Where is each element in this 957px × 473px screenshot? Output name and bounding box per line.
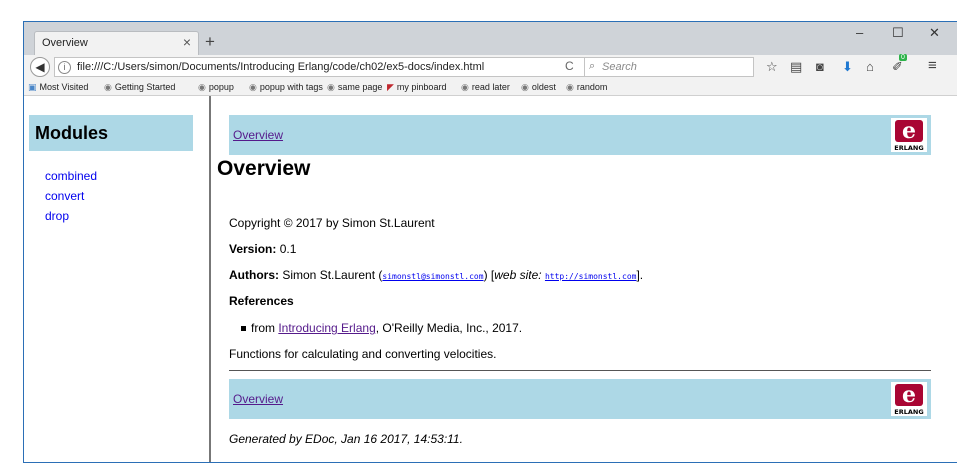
logo-letter: e bbox=[902, 118, 916, 144]
author-email-link[interactable]: simonstl@simonstl.com bbox=[382, 272, 483, 281]
tab-strip: Overview × + – ☐ ✕ bbox=[24, 22, 957, 55]
bookmark-label: random bbox=[576, 82, 608, 92]
url-text[interactable]: file:///C:/Users/simon/Documents/Introdu… bbox=[77, 61, 484, 73]
globe-icon: ◉ bbox=[327, 82, 335, 92]
bookmark-my-pinboard[interactable]: ◤ my pinboard bbox=[387, 82, 446, 93]
divider bbox=[229, 370, 931, 371]
extension-badge: 0 bbox=[899, 54, 907, 61]
navigation-toolbar: ◀ i file:///C:/Users/simon/Documents/Int… bbox=[24, 54, 957, 79]
modules-heading: Modules bbox=[35, 123, 109, 143]
reference-suffix: , O'Reilly Media, Inc., 2017. bbox=[375, 321, 523, 335]
bookmark-same-page[interactable]: ◉ same page bbox=[327, 82, 382, 93]
authors-line: Authors: Simon St.Laurent (simonstl@simo… bbox=[229, 268, 643, 282]
globe-icon: ◉ bbox=[104, 82, 112, 92]
bookmark-popup[interactable]: ◉ popup bbox=[198, 82, 234, 93]
website-label: web site: bbox=[494, 268, 542, 282]
bookmark-popup-with-tags[interactable]: ◉ popup with tags bbox=[249, 82, 323, 93]
bookmarks-bar: ▣ Most Visited ◉ Getting Started ◉ popup ◉ p… bbox=[24, 79, 957, 96]
globe-icon: ◉ bbox=[461, 82, 469, 92]
overview-frame: Overview e ERLANG Overview Copyright © 2… bbox=[217, 96, 931, 462]
modules-heading-box: Modules bbox=[29, 115, 193, 151]
author-end: ]. bbox=[636, 268, 644, 282]
page-title: Overview bbox=[217, 157, 311, 180]
minimize-button[interactable]: – bbox=[856, 25, 863, 40]
close-window-button[interactable]: ✕ bbox=[929, 25, 940, 41]
maximize-button[interactable]: ☐ bbox=[892, 25, 904, 41]
reading-list-icon[interactable]: ▤ bbox=[790, 59, 802, 75]
back-button[interactable]: ◀ bbox=[30, 57, 50, 77]
version-line: Version: 0.1 bbox=[229, 242, 296, 256]
version-value: 0.1 bbox=[279, 242, 297, 256]
bookmark-label: Most Visited bbox=[39, 82, 89, 92]
reference-prefix: from bbox=[251, 321, 275, 335]
bottom-navbar: Overview e ERLANG bbox=[229, 379, 931, 419]
bookmark-icon: ▣ bbox=[28, 82, 37, 92]
bookmark-label: popup bbox=[208, 82, 234, 92]
bookmark-label: popup with tags bbox=[259, 82, 323, 92]
author-name: Simon St.Laurent ( bbox=[282, 268, 383, 282]
page-content: Modules combined convert drop Overview e… bbox=[24, 96, 957, 462]
overview-link[interactable]: Overview bbox=[233, 128, 283, 142]
pocket-icon[interactable]: ◙ bbox=[816, 59, 824, 74]
tab-close-icon[interactable]: × bbox=[183, 34, 191, 50]
reload-icon[interactable]: C bbox=[565, 59, 574, 73]
bookmark-label: read later bbox=[471, 82, 510, 92]
module-description: Functions for calculating and converting… bbox=[229, 347, 497, 361]
top-navbar: Overview e ERLANG bbox=[229, 115, 931, 155]
bookmark-label: my pinboard bbox=[396, 82, 447, 92]
globe-icon: ◉ bbox=[566, 82, 574, 92]
star-icon[interactable]: ☆ bbox=[766, 59, 778, 75]
new-tab-button[interactable]: + bbox=[205, 32, 215, 52]
website-link[interactable]: http://simonstl.com bbox=[545, 272, 637, 281]
bookmark-oldest[interactable]: ◉ oldest bbox=[521, 82, 556, 93]
reference-link[interactable]: Introducing Erlang bbox=[278, 321, 375, 335]
tab-title: Overview bbox=[42, 37, 88, 49]
logo-text: ERLANG bbox=[894, 144, 923, 152]
generated-footer: Generated by EDoc, Jan 16 2017, 14:53:11… bbox=[229, 432, 463, 446]
search-placeholder: Search bbox=[602, 61, 637, 73]
modules-frame: Modules combined convert drop bbox=[24, 96, 211, 462]
logo-text: ERLANG bbox=[894, 408, 923, 416]
bookmark-label: same page bbox=[337, 82, 383, 92]
globe-icon: ◉ bbox=[521, 82, 529, 92]
globe-icon: ◉ bbox=[249, 82, 257, 92]
bookmark-getting-started[interactable]: ◉ Getting Started bbox=[104, 82, 175, 93]
bookmark-most-visited[interactable]: ▣ Most Visited bbox=[28, 82, 88, 93]
reference-item: from Introducing Erlang, O'Reilly Media,… bbox=[241, 321, 522, 335]
search-input[interactable]: ⌕ Search bbox=[584, 57, 754, 77]
bookmark-read-later[interactable]: ◉ read later bbox=[461, 82, 510, 93]
menu-icon[interactable]: ≡ bbox=[928, 57, 937, 74]
bookmark-label: Getting Started bbox=[114, 82, 176, 92]
references-heading: References bbox=[229, 294, 294, 308]
browser-window: Overview × + – ☐ ✕ ◀ i file:///C:/Users/… bbox=[23, 21, 957, 463]
address-bar[interactable]: i file:///C:/Users/simon/Documents/Intro… bbox=[54, 57, 599, 77]
footer-overview-link[interactable]: Overview bbox=[233, 392, 283, 406]
extension-icon[interactable]: ✐ 0 bbox=[892, 54, 907, 75]
info-icon[interactable]: i bbox=[58, 61, 71, 74]
logo-letter: e bbox=[902, 382, 916, 408]
pinboard-icon: ◤ bbox=[387, 82, 394, 92]
version-label: Version: bbox=[229, 242, 277, 256]
bookmark-label: oldest bbox=[531, 82, 556, 92]
tab-overview[interactable]: Overview × bbox=[34, 31, 199, 55]
home-icon[interactable]: ⌂ bbox=[866, 59, 874, 74]
copyright-text: Copyright © 2017 by Simon St.Laurent bbox=[229, 216, 435, 230]
bullet-icon bbox=[241, 326, 246, 332]
module-link-drop[interactable]: drop bbox=[45, 209, 69, 223]
globe-icon: ◉ bbox=[198, 82, 206, 92]
erlang-logo[interactable]: e ERLANG bbox=[891, 118, 927, 152]
bookmark-random[interactable]: ◉ random bbox=[566, 82, 607, 93]
download-icon[interactable]: ⬇ bbox=[842, 59, 853, 75]
erlang-logo-footer[interactable]: e ERLANG bbox=[891, 382, 927, 416]
author-mid: ) [ bbox=[483, 268, 495, 282]
authors-label: Authors: bbox=[229, 268, 279, 282]
module-link-combined[interactable]: combined bbox=[45, 169, 97, 183]
search-icon: ⌕ bbox=[589, 60, 596, 72]
extension-glyph: ✐ bbox=[892, 59, 903, 74]
module-link-convert[interactable]: convert bbox=[45, 189, 84, 203]
